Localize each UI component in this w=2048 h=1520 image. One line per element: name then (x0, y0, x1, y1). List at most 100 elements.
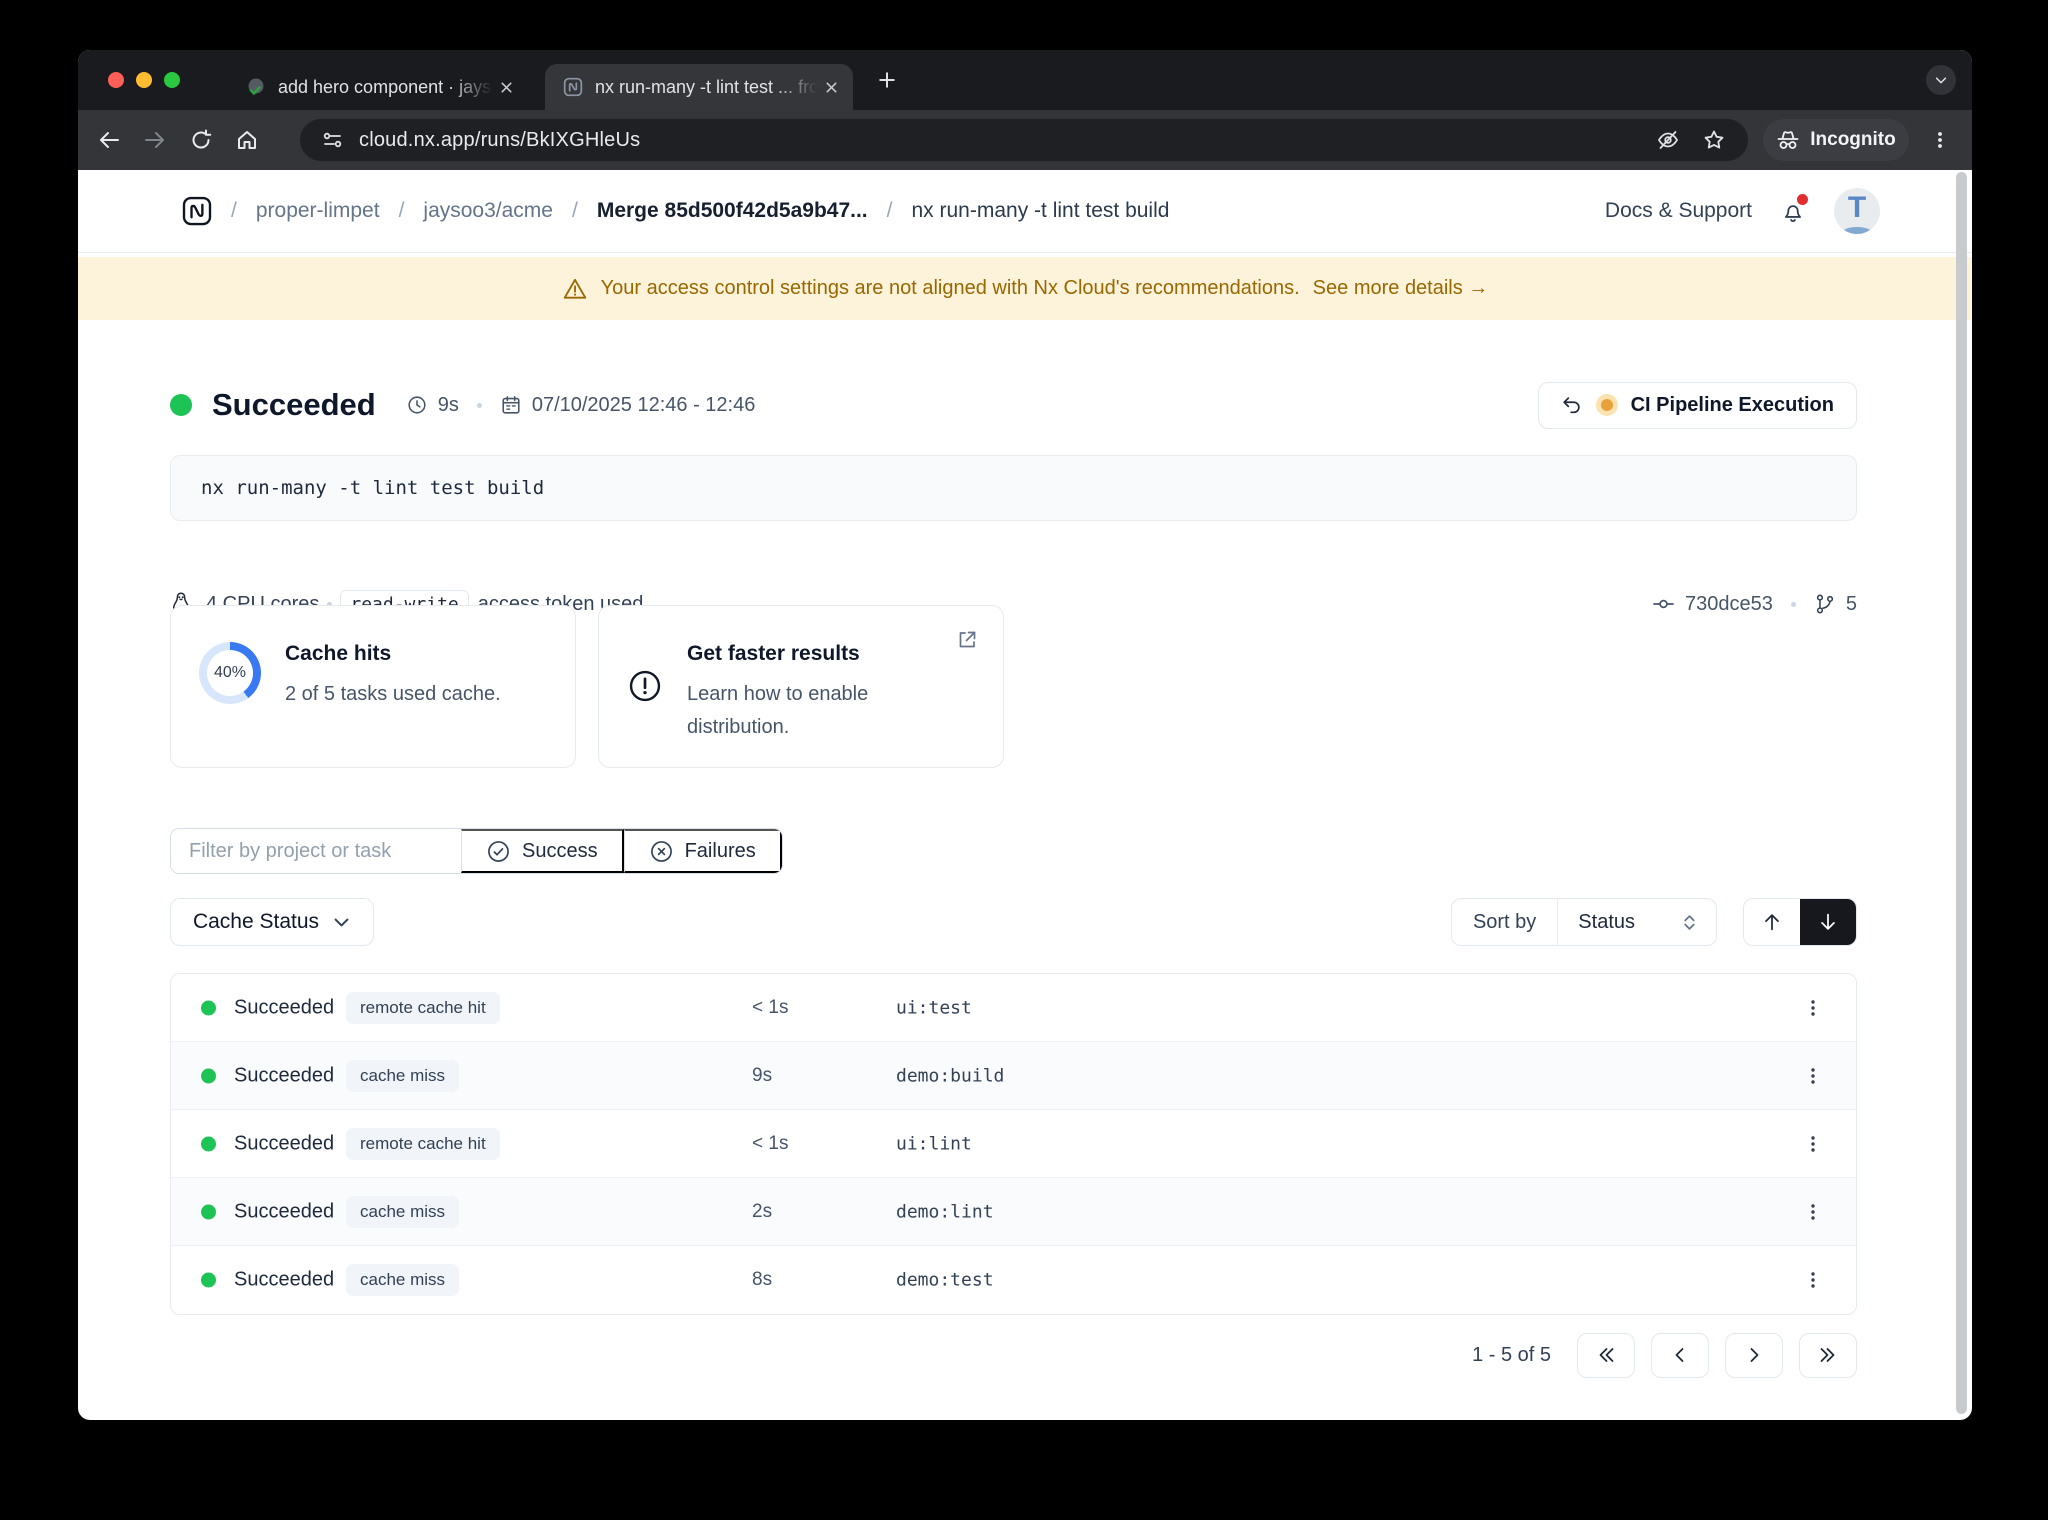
branch-count[interactable]: 5 (1846, 593, 1857, 616)
run-status-title: Succeeded (212, 387, 376, 422)
dot-separator (1790, 601, 1796, 607)
first-page-button[interactable] (1577, 1332, 1635, 1378)
breadcrumb-run[interactable]: nx run-many -t lint test build (912, 199, 1170, 223)
breadcrumb-separator: / (231, 199, 237, 222)
commit-sha[interactable]: 730dce53 (1685, 593, 1773, 616)
row-task-name[interactable]: demo:test (896, 1270, 994, 1291)
bookmark-star-icon[interactable] (1702, 128, 1726, 152)
url-bar[interactable]: cloud.nx.app/runs/BkIXGHleUs (300, 119, 1748, 161)
sort-ascending-button[interactable] (1744, 899, 1800, 945)
row-task-name[interactable]: demo:build (896, 1065, 1004, 1086)
success-dot (201, 1272, 216, 1288)
browser-window: add hero component · jaysoo nx run-many … (78, 50, 1972, 1420)
run-timerange: 07/10/2025 12:46 - 12:46 (531, 393, 756, 416)
cache-badge: remote cache hit (346, 991, 500, 1024)
distribution-card[interactable]: Get faster results Learn how to enable d… (598, 605, 1004, 768)
home-button[interactable] (224, 117, 270, 163)
task-row[interactable]: Succeeded remote cache hit < 1s ui:lint (171, 1110, 1856, 1178)
cache-status-label: Cache Status (192, 910, 320, 933)
breadcrumb-workspace[interactable]: proper-limpet (256, 199, 380, 223)
cache-status-dropdown[interactable]: Cache Status (170, 898, 374, 946)
tab-nx-run[interactable]: nx run-many -t lint test ... fro (545, 64, 853, 110)
user-avatar[interactable]: T (1834, 188, 1880, 234)
sort-descending-button[interactable] (1800, 899, 1856, 945)
chevron-updown-icon (1681, 913, 1698, 932)
privacy-eye-off-icon[interactable] (1656, 128, 1680, 152)
filter-failures-button[interactable]: Failures (623, 829, 782, 873)
row-task-name[interactable]: ui:test (896, 997, 972, 1018)
run-command: nx run-many -t lint test build (201, 477, 545, 499)
external-link-icon[interactable] (955, 628, 979, 652)
github-check-favicon (246, 77, 266, 97)
nx-logo[interactable] (182, 196, 212, 226)
cache-badge: cache miss (346, 1264, 460, 1296)
row-status: Succeeded (234, 1132, 335, 1154)
reload-button[interactable] (178, 117, 224, 163)
page-scrollbar[interactable] (1956, 172, 1967, 1414)
cache-donut: 40% (199, 642, 261, 704)
close-tab-icon[interactable] (824, 80, 839, 95)
circle-check-icon (486, 839, 511, 864)
ci-pipeline-execution-button[interactable]: CI Pipeline Execution (1537, 381, 1857, 429)
tab-github-pr[interactable]: add hero component · jaysoo (228, 64, 528, 110)
new-tab-button[interactable] (873, 66, 901, 94)
close-window-button[interactable] (108, 72, 124, 88)
distribution-card-body[interactable]: Learn how to enable distribution. (687, 678, 937, 744)
cache-badge: cache miss (346, 1059, 460, 1092)
app-header: / proper-limpet / jaysoo3/acme / Merge 8… (78, 170, 1972, 253)
tab-title: add hero component · jaysoo (278, 76, 493, 97)
success-dot (201, 1000, 216, 1015)
breadcrumb-separator: / (886, 199, 893, 222)
browser-toolbar: cloud.nx.app/runs/BkIXGHleUs Incognito (78, 110, 1972, 170)
task-row[interactable]: Succeeded remote cache hit < 1s ui:test (171, 974, 1856, 1042)
success-dot (201, 1068, 216, 1083)
sort-by-label: Sort by (1452, 899, 1559, 945)
pipeline-status-dot (1595, 394, 1618, 416)
task-row[interactable]: Succeeded cache miss 9s demo:build (171, 1042, 1856, 1110)
banner-message: Your access control settings are not ali… (600, 277, 1300, 299)
status-dot (170, 394, 192, 416)
last-page-button[interactable] (1799, 1332, 1857, 1378)
prev-page-button[interactable] (1651, 1332, 1709, 1378)
info-icon (627, 668, 663, 704)
filter-success-label: Success (522, 839, 598, 862)
row-menu-button[interactable] (1796, 1127, 1830, 1161)
breadcrumb-commit[interactable]: Merge 85d500f42d5a9b47... (597, 199, 868, 223)
incognito-label: Incognito (1810, 129, 1896, 150)
filter-success-button[interactable]: Success (461, 829, 624, 873)
tab-strip: add hero component · jaysoo nx run-many … (78, 50, 1972, 110)
sort-direction-toggle (1743, 898, 1857, 946)
docs-support-link[interactable]: Docs & Support (1605, 199, 1752, 223)
row-task-name[interactable]: demo:lint (896, 1201, 994, 1222)
banner-details-link[interactable]: See more details → (1313, 277, 1489, 300)
row-menu-button[interactable] (1796, 1059, 1830, 1093)
row-menu-button[interactable] (1796, 1195, 1830, 1229)
url-text[interactable]: cloud.nx.app/runs/BkIXGHleUs (359, 129, 1656, 152)
close-tab-icon[interactable] (499, 80, 514, 95)
breadcrumb-repo[interactable]: jaysoo3/acme (423, 199, 553, 223)
forward-button[interactable] (132, 117, 178, 163)
sort-select[interactable]: Status (1558, 911, 1716, 934)
browser-menu-button[interactable] (1924, 124, 1956, 156)
site-settings-icon[interactable] (322, 131, 343, 149)
task-row[interactable]: Succeeded cache miss 8s demo:test (171, 1246, 1856, 1314)
filter-input[interactable] (171, 829, 461, 873)
task-row[interactable]: Succeeded cache miss 2s demo:lint (171, 1178, 1856, 1246)
run-duration: 9s (437, 393, 459, 416)
next-page-button[interactable] (1725, 1332, 1783, 1378)
git-branch-icon (1814, 593, 1836, 615)
cache-badge: cache miss (346, 1195, 460, 1228)
cache-card-subtitle: 2 of 5 tasks used cache. (285, 683, 501, 705)
run-command-box: nx run-many -t lint test build (170, 455, 1857, 521)
row-menu-button[interactable] (1796, 1263, 1830, 1297)
notifications-bell-icon[interactable] (1780, 194, 1808, 224)
tab-search-chevron-button[interactable] (1926, 65, 1956, 95)
row-task-name[interactable]: ui:lint (896, 1133, 972, 1154)
zoom-window-button[interactable] (164, 72, 180, 88)
row-status: Succeeded (234, 1200, 335, 1222)
row-menu-button[interactable] (1796, 991, 1830, 1025)
task-filter-group: Success Failures (170, 828, 783, 874)
warning-triangle-icon (562, 276, 588, 302)
back-button[interactable] (86, 117, 132, 163)
minimize-window-button[interactable] (136, 72, 152, 88)
